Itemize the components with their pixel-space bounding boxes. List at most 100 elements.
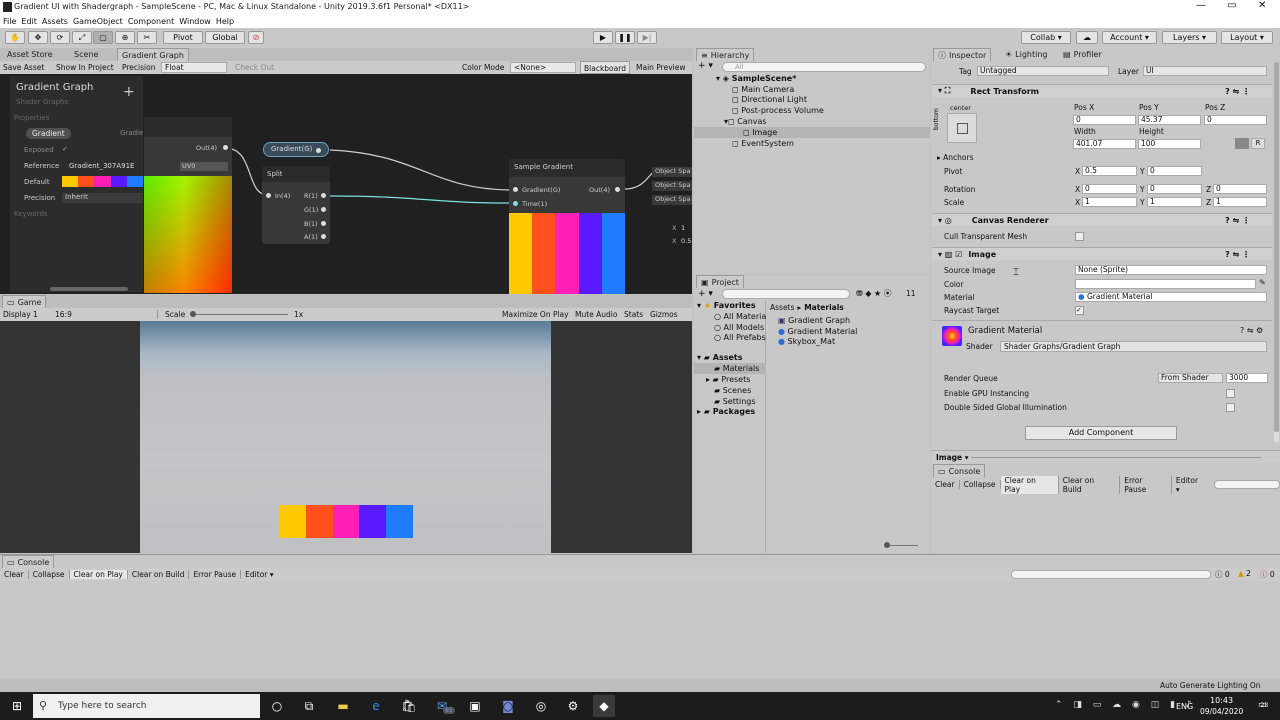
scale-slider-thumb[interactable] bbox=[190, 311, 196, 317]
inspector-scrollbar[interactable] bbox=[1274, 62, 1279, 442]
material-header[interactable]: Gradient Material ? ⇋ ⚙ Shader Shader Gr… bbox=[932, 320, 1272, 356]
stats-toggle[interactable]: Stats bbox=[624, 310, 643, 319]
display-dropdown[interactable]: Display 1 bbox=[3, 310, 38, 319]
console-small-search[interactable] bbox=[1214, 480, 1280, 489]
account-dropdown[interactable]: Account ▾ bbox=[1102, 31, 1157, 44]
graph-canvas[interactable]: Gradient Graph + Shader Graphs Propertie… bbox=[0, 74, 692, 294]
tab-lighting[interactable]: ☀ Lighting bbox=[1001, 48, 1052, 61]
save-asset-button[interactable]: Save Asset bbox=[3, 63, 44, 72]
hierarchy-item-main-camera[interactable]: ◻ Main Camera bbox=[732, 85, 794, 94]
file-skybox-mat[interactable]: ● Skybox_Mat bbox=[778, 337, 835, 346]
layer-dropdown[interactable]: UI bbox=[1143, 66, 1267, 76]
layers-dropdown[interactable]: Layers ▾ bbox=[1162, 31, 1217, 44]
preview-drag-bar[interactable] bbox=[971, 457, 1261, 458]
split-in-port[interactable] bbox=[266, 193, 271, 198]
hierarchy-item-canvas[interactable]: ▾◻ Canvas bbox=[724, 117, 767, 126]
pivot-y-field[interactable]: 0 bbox=[1147, 166, 1202, 176]
console-small-error-pause[interactable]: Error Pause bbox=[1120, 475, 1172, 494]
play-button[interactable]: ▶ bbox=[593, 31, 613, 44]
raw-edit-button[interactable]: R bbox=[1251, 138, 1265, 149]
uv-out-port[interactable] bbox=[223, 145, 228, 150]
close-icon[interactable]: ✕ bbox=[1258, 0, 1266, 11]
menu-gameobject[interactable]: GameObject bbox=[73, 17, 123, 26]
step-button[interactable]: ▶| bbox=[637, 31, 657, 44]
object-space-node-1[interactable]: Object Spa bbox=[652, 167, 692, 177]
console-error-count[interactable]: ⓘ 0 bbox=[1260, 569, 1275, 580]
console-search[interactable] bbox=[1011, 570, 1211, 579]
packages-folder[interactable]: ▸ ▰ Packages bbox=[697, 407, 755, 416]
split-a-port[interactable] bbox=[321, 234, 326, 239]
hierarchy-item-image[interactable]: ◻ Image bbox=[743, 128, 777, 137]
check-out-button[interactable]: Check Out bbox=[235, 63, 274, 72]
rot-y-field[interactable]: 0 bbox=[1147, 184, 1202, 194]
sample-gradient-node[interactable]: Sample Gradient Gradient(G) Time(1) Out(… bbox=[509, 159, 626, 294]
blackboard-toggle[interactable]: Blackboard bbox=[580, 61, 630, 74]
tab-project[interactable]: ▣ Project bbox=[696, 275, 744, 288]
blackboard-scrollbar[interactable] bbox=[50, 287, 128, 291]
menu-window[interactable]: Window bbox=[179, 17, 211, 26]
object-space-node-3[interactable]: Object Spa bbox=[652, 195, 692, 205]
tab-console-small[interactable]: ▭ Console bbox=[933, 464, 986, 477]
move-tool-button[interactable]: ✥ bbox=[28, 31, 48, 44]
favorite-all-prefabs[interactable]: ○ All Prefabs bbox=[714, 333, 766, 342]
shader-dropdown[interactable]: Shader Graphs/Gradient Graph bbox=[1000, 341, 1267, 352]
precision-field[interactable]: Inherit bbox=[62, 193, 143, 203]
mute-audio-toggle[interactable]: Mute Audio bbox=[575, 310, 617, 319]
gradient-property-node[interactable]: Gradient(G) bbox=[263, 142, 329, 157]
menu-assets[interactable]: Assets bbox=[42, 17, 68, 26]
canvas-renderer-header[interactable]: ▾ ◎ Canvas Renderer? ⇋ ⋮ bbox=[932, 213, 1272, 226]
color-mode-dropdown[interactable]: <None> bbox=[510, 62, 576, 73]
tag-dropdown[interactable]: Untagged bbox=[977, 66, 1109, 76]
tab-profiler[interactable]: ▤ Profiler bbox=[1059, 48, 1106, 61]
folder-scenes[interactable]: ▰ Scenes bbox=[714, 386, 751, 395]
gizmos-dropdown[interactable]: Gizmos bbox=[650, 310, 678, 319]
tab-hierarchy[interactable]: ≡ Hierarchy bbox=[696, 48, 755, 61]
reference-field[interactable]: Gradient_307A91E bbox=[69, 162, 134, 170]
gradient-property-out-port[interactable] bbox=[316, 148, 321, 153]
width-field[interactable]: 401.07 bbox=[1073, 139, 1136, 149]
unity-taskbar-icon[interactable]: ◆ bbox=[593, 695, 615, 717]
mail-icon[interactable]: ✉ 65 bbox=[431, 695, 455, 717]
hierarchy-item-directional-light[interactable]: ◻ Directional Light bbox=[732, 95, 807, 104]
pos-x-field[interactable]: 0 bbox=[1073, 115, 1136, 125]
breadcrumb-assets[interactable]: Assets bbox=[770, 303, 794, 312]
assets-folder[interactable]: ▾ ▰ Assets bbox=[697, 353, 742, 362]
tab-scene[interactable]: Scene bbox=[70, 48, 102, 61]
gpu-instancing-checkbox[interactable] bbox=[1226, 389, 1235, 398]
file-gradient-material[interactable]: ● Gradient Material bbox=[778, 327, 857, 336]
rotate-tool-button[interactable]: ⟳ bbox=[50, 31, 70, 44]
project-filter-icons[interactable]: ⛃ ◆ ★ ⦿ bbox=[856, 288, 892, 299]
clock-time[interactable]: 10:43 bbox=[1210, 696, 1233, 705]
hierarchy-scene[interactable]: ▾ ◈ SampleScene* bbox=[716, 74, 796, 83]
discord-icon[interactable]: ◙ bbox=[497, 695, 519, 717]
hierarchy-search[interactable]: All bbox=[722, 62, 926, 72]
layout-dropdown[interactable]: Layout ▾ bbox=[1221, 31, 1273, 44]
pos-y-field[interactable]: 45.37 bbox=[1138, 115, 1201, 125]
game-viewport[interactable] bbox=[0, 321, 692, 553]
edge-icon[interactable]: e bbox=[365, 695, 387, 717]
console-collapse[interactable]: Collapse bbox=[29, 570, 70, 579]
material-header-icons[interactable]: ? ⇋ ⚙ bbox=[1240, 326, 1263, 335]
default-gradient-swatch[interactable] bbox=[62, 176, 144, 187]
uv-channel-dropdown[interactable]: UV0 bbox=[180, 162, 228, 171]
favorite-all-models[interactable]: ○ All Models bbox=[714, 323, 764, 332]
blueprint-mode-button[interactable] bbox=[1235, 138, 1249, 149]
maximize-icon[interactable]: ▭ bbox=[1227, 0, 1236, 11]
blackboard-add-icon[interactable]: + bbox=[123, 84, 135, 100]
sample-out-port[interactable] bbox=[615, 187, 620, 192]
project-add-button[interactable]: + ▾ bbox=[698, 289, 713, 299]
folder-presets[interactable]: ▸ ▰ Presets bbox=[706, 375, 750, 384]
notification-icon[interactable]: ▭23 bbox=[1258, 700, 1268, 710]
tab-asset-store[interactable]: Asset Store bbox=[3, 48, 57, 61]
collab-dropdown[interactable]: Collab ▾ bbox=[1021, 31, 1071, 44]
split-b-port[interactable] bbox=[321, 221, 326, 226]
pos-z-field[interactable]: 0 bbox=[1204, 115, 1267, 125]
taskbar-search[interactable]: ⚲ Type here to search bbox=[33, 694, 260, 718]
pivot-x-field[interactable]: 0.5 bbox=[1082, 166, 1137, 176]
store-icon[interactable]: 🛍 bbox=[398, 695, 420, 717]
clock-date[interactable]: 09/04/2020 bbox=[1200, 707, 1243, 716]
hierarchy-add-button[interactable]: + ▾ bbox=[698, 61, 713, 71]
maximize-on-play-toggle[interactable]: Maximize On Play bbox=[502, 310, 569, 319]
favorites-header[interactable]: ▾ ★ Favorites bbox=[697, 301, 756, 310]
split-g-port[interactable] bbox=[321, 207, 326, 212]
